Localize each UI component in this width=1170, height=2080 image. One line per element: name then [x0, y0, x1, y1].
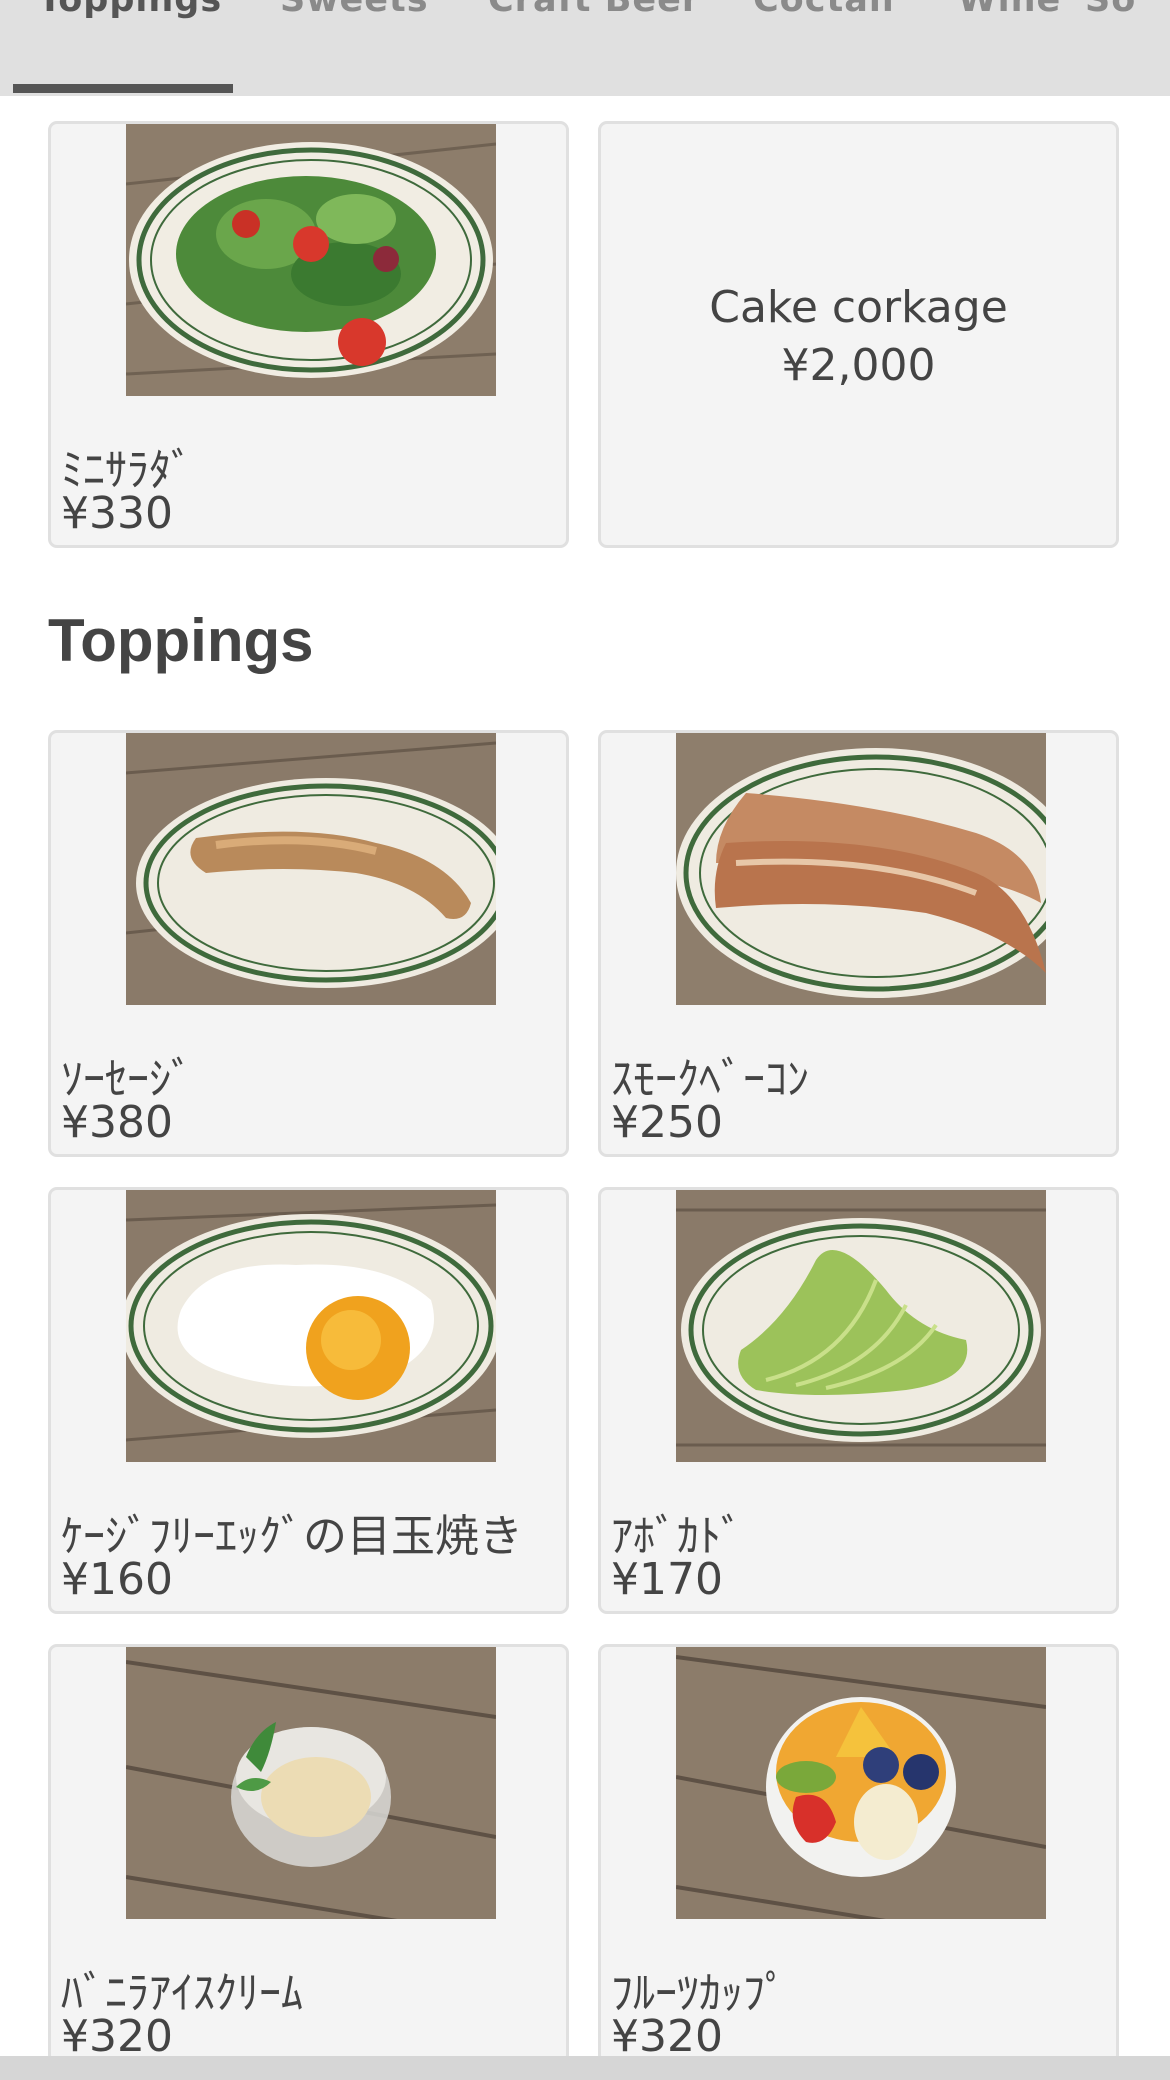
tab-wine[interactable]: Wine — [958, 0, 1061, 30]
menu-card-fruit-cup[interactable]: ﾌﾙｰﾂｶｯﾌﾟ ¥320 — [598, 1644, 1119, 2064]
menu-card-cake-corkage[interactable]: Cake corkage ¥2,000 — [598, 121, 1119, 548]
fruit-cup-photo — [676, 1647, 1046, 1919]
item-price: ¥160 — [61, 1554, 173, 1605]
bottom-system-bar — [0, 2056, 1170, 2080]
section-title-toppings: Toppings — [48, 607, 314, 674]
tab-craft-beer[interactable]: Craft Beer — [488, 0, 700, 30]
fried-egg-photo — [126, 1190, 496, 1462]
item-price: ¥320 — [611, 2011, 723, 2062]
sausage-photo — [126, 733, 496, 1005]
category-tab-bar: Toppings Sweets Craft Beer Coctail Wine … — [0, 0, 1170, 96]
item-price: ¥250 — [611, 1097, 723, 1148]
mini-salad-photo — [126, 124, 496, 396]
item-price: ¥320 — [61, 2011, 173, 2062]
menu-card-sausage[interactable]: ｿｰｾｰｼﾞ ¥380 — [48, 730, 569, 1157]
item-price: ¥2,000 — [781, 340, 936, 391]
item-price: ¥330 — [61, 488, 173, 539]
smoked-bacon-photo — [676, 733, 1046, 1005]
vanilla-ice-cream-photo — [126, 1647, 496, 1919]
item-name: Cake corkage — [709, 282, 1008, 333]
menu-card-mini-salad[interactable]: ﾐﾆｻﾗﾀﾞ ¥330 — [48, 121, 569, 548]
tab-so[interactable]: So — [1085, 0, 1136, 30]
tab-sweets[interactable]: Sweets — [280, 0, 429, 30]
active-tab-indicator — [13, 84, 233, 93]
tab-coctail[interactable]: Coctail — [753, 0, 895, 30]
menu-card-vanilla-ice-cream[interactable]: ﾊﾞﾆﾗｱｲｽｸﾘｰﾑ ¥320 — [48, 1644, 569, 2064]
menu-card-avocado[interactable]: ｱﾎﾞｶﾄﾞ ¥170 — [598, 1187, 1119, 1614]
menu-card-smoked-bacon[interactable]: ｽﾓｰｸﾍﾞｰｺﾝ ¥250 — [598, 730, 1119, 1157]
item-price: ¥170 — [611, 1554, 723, 1605]
menu-card-fried-egg[interactable]: ｹｰｼﾞﾌﾘｰｴｯｸﾞの目玉焼き ¥160 — [48, 1187, 569, 1614]
avocado-photo — [676, 1190, 1046, 1462]
tab-toppings[interactable]: Toppings — [38, 0, 222, 30]
item-price: ¥380 — [61, 1097, 173, 1148]
